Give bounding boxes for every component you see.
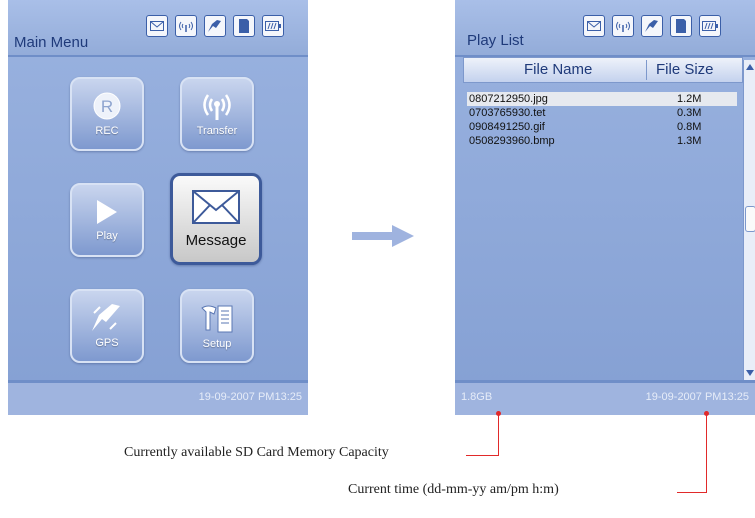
envelope-icon [192,189,240,224]
status-icons [583,15,721,37]
capacity-marker-dot [496,411,501,416]
sd-capacity: 1.8GB [461,391,493,403]
satellite-icon [92,304,120,331]
file-size: 1.2M [677,93,702,105]
rec-label: REC [95,125,119,137]
satellite-icon [641,15,663,37]
file-row[interactable]: 0508293960.bmp 1.3M [467,134,737,148]
setup-icon [201,305,233,333]
file-size: 0.8M [677,121,702,133]
time-annotation: Current time (dd-mm-yy am/pm h:m) [348,482,559,497]
message-label: Message [185,231,247,249]
sd-card-icon [233,15,255,37]
envelope-icon [146,15,168,37]
file-name: 0807212950.jpg [469,93,548,105]
file-name: 0508293960.bmp [469,135,555,147]
envelope-icon [583,15,605,37]
file-size: 1.3M [677,135,702,147]
play-button[interactable]: Play [70,183,144,257]
file-row[interactable]: 0908491250.gif 0.8M [467,120,737,134]
satellite-icon [204,15,226,37]
battery-icon [699,15,721,37]
scroll-up-icon[interactable] [746,64,754,70]
app-grid: R REC Transfer Play Message GPS Setup [8,57,308,383]
status-footer: 1.8GB 19-09-2007 PM13:25 [455,380,755,415]
status-footer: 19-09-2007 PM13:25 [8,380,308,415]
status-icons [146,15,284,37]
message-button[interactable]: Message [170,173,262,265]
rec-button[interactable]: R REC [70,77,144,151]
transfer-button[interactable]: Transfer [180,77,254,151]
rec-icon: R [93,92,121,120]
setup-label: Setup [202,338,232,350]
file-list: 0807212950.jpg 1.2M 0703765930.tet 0.3M … [467,92,737,148]
sd-card-icon [670,15,692,37]
page-title: Main Menu [14,34,89,51]
time-marker-dot [704,411,709,416]
battery-icon [262,15,284,37]
capacity-annotation: Currently available SD Card Memory Capac… [124,445,389,460]
current-time: 19-09-2007 PM13:25 [645,391,749,403]
capacity-leader-line [466,455,499,456]
page-title: Play List [467,32,524,49]
time-leader-line [677,492,707,493]
scroll-down-icon[interactable] [746,370,754,376]
arrow-right-icon [352,225,414,247]
transfer-label: Transfer [196,125,238,137]
playlist-screen: Play List File Name File Size 0807212950… [455,0,755,415]
column-divider [646,60,647,80]
time-leader-line-vertical [706,414,707,493]
main-menu-screen: Main Menu R REC Transfer Play Message GP… [8,0,308,415]
file-list-header: File Name File Size [463,57,743,83]
column-header-file-size[interactable]: File Size [656,61,714,78]
file-row[interactable]: 0703765930.tet 0.3M [467,106,737,120]
scrollbar[interactable] [743,60,755,380]
svg-text:R: R [101,97,113,116]
top-bar: Play List [455,0,755,57]
antenna-icon [203,94,231,120]
current-time: 19-09-2007 PM13:25 [198,391,302,403]
file-size: 0.3M [677,107,702,119]
gps-label: GPS [95,337,119,349]
file-name: 0703765930.tet [469,107,546,119]
file-row[interactable]: 0807212950.jpg 1.2M [467,92,737,106]
gps-button[interactable]: GPS [70,289,144,363]
play-label: Play [96,230,118,242]
column-header-file-name[interactable]: File Name [524,61,592,78]
top-bar: Main Menu [8,0,308,57]
signal-icon [175,15,197,37]
play-icon [97,200,117,224]
file-name: 0908491250.gif [469,121,545,133]
setup-button[interactable]: Setup [180,289,254,363]
signal-icon [612,15,634,37]
scroll-thumb[interactable] [745,206,755,232]
capacity-leader-line-vertical [498,414,499,456]
